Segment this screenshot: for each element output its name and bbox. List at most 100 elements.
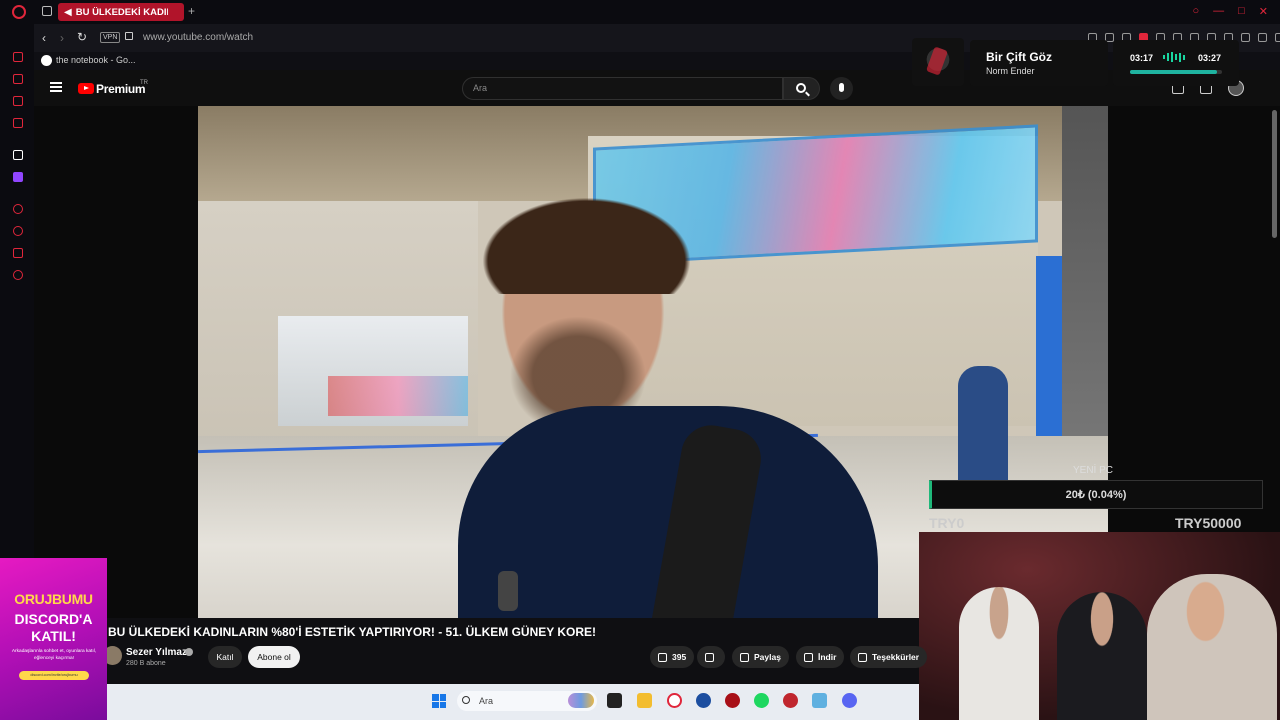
join-button[interactable]: Katıl [208, 646, 242, 668]
active-tab-title: BU ÜLKEDEKİ KADINLARIN %80'İ [75, 6, 168, 18]
search-box[interactable] [462, 77, 783, 100]
bookmark-item[interactable]: the notebook - Go... [56, 55, 136, 65]
search-icon[interactable] [796, 83, 806, 93]
sidebar-twitch-icon[interactable] [13, 172, 23, 182]
taskbar-widget-icon[interactable] [568, 693, 594, 708]
promo-line-2: DISCORD'A KATIL! [0, 611, 107, 645]
promo-link: discord.com/invite/orujbumu [19, 671, 89, 680]
thumbs-down-icon [705, 652, 714, 662]
promo-line-2b: KATIL! [31, 628, 76, 644]
window-controls: ○ — □ ✕ [1192, 5, 1268, 18]
sidebar [0, 24, 34, 584]
menu-icon[interactable] [1275, 33, 1280, 42]
webcam-overlay [919, 532, 1280, 720]
opera-gx-icon[interactable] [667, 693, 682, 708]
easy-setup-icon[interactable] [1241, 33, 1250, 42]
channel-name[interactable]: Sezer Yılmaz [126, 647, 187, 658]
hamburger-menu-icon[interactable] [50, 82, 62, 92]
thanks-label: Teşekkürler [872, 652, 920, 662]
webcam-person-left [959, 587, 1039, 720]
speaker-icon: ◀ [64, 6, 72, 18]
dislike-button[interactable] [697, 646, 725, 668]
donation-min: TRY0 [929, 515, 965, 531]
page-scrollbar[interactable] [1272, 110, 1277, 238]
sidebar-clock-icon[interactable] [13, 226, 23, 236]
search-tabs-icon[interactable]: ○ [1192, 5, 1199, 18]
sidebar-aria-icon[interactable] [13, 52, 23, 62]
sidebar-history-icon[interactable] [13, 204, 23, 214]
webcam-person-right [1147, 574, 1277, 720]
download-arrow-icon [804, 652, 813, 662]
sidebar-player-icon[interactable] [13, 118, 23, 128]
youtube-premium-label[interactable]: Premium [96, 82, 146, 96]
active-tab[interactable]: ◀ BU ÜLKEDEKİ KADINLARIN %80'İ [58, 3, 184, 21]
reload-icon[interactable]: ↻ [77, 30, 87, 44]
sidebar-workspace-icon[interactable] [13, 74, 23, 84]
app-blue-icon[interactable] [812, 693, 827, 708]
file-explorer-icon[interactable] [637, 693, 652, 708]
promo-line-2a: DISCORD'A [14, 611, 93, 627]
promo-line-1: ORUJBUMU [14, 591, 93, 607]
back-icon[interactable]: ‹ [42, 31, 46, 45]
like-button[interactable]: 395 [650, 646, 695, 668]
person-background [958, 366, 1008, 486]
thanks-button[interactable]: Teşekkürler [850, 646, 928, 668]
man-hair [460, 184, 690, 294]
tab-overview-icon[interactable] [42, 6, 52, 16]
sidebar-gx-icon[interactable] [13, 96, 23, 106]
region-label: TR [140, 80, 148, 86]
shop-items [328, 376, 468, 416]
album-art [912, 38, 964, 86]
windows-start-icon[interactable] [432, 694, 446, 708]
verified-icon [185, 648, 193, 656]
taskbar-search-icon [462, 696, 470, 704]
lavalier-mic [498, 571, 518, 611]
song-current-time: 03:17 [1130, 53, 1154, 63]
download-button[interactable]: İndir [796, 646, 845, 668]
share-icon [740, 652, 749, 662]
download-label: İndir [818, 652, 837, 662]
download-icon[interactable] [1258, 33, 1267, 42]
opera-logo-icon[interactable] [12, 5, 26, 19]
vpn-badge[interactable]: VPN [100, 32, 121, 43]
song-artist: Norm Ender [986, 66, 1035, 76]
microphone-icon[interactable] [839, 83, 844, 92]
donation-max: TRY50000 [1175, 515, 1242, 531]
app-red-icon[interactable] [725, 693, 740, 708]
search-input[interactable]: Ara [473, 83, 487, 93]
promo-subtext: Arkadaşlarınla sohbet et, oyunlara katıl… [11, 649, 97, 661]
task-view-icon[interactable] [607, 693, 622, 708]
sidebar-settings-icon[interactable] [13, 270, 23, 280]
subscribe-button[interactable]: Abone ol [248, 646, 300, 668]
google-icon [41, 55, 52, 66]
sidebar-app-icon[interactable] [13, 150, 23, 160]
spotify-icon[interactable] [754, 693, 769, 708]
like-count: 395 [672, 652, 687, 662]
donation-amount: 20₺ (0.04%) [1065, 489, 1127, 501]
sidebar-extensions-icon[interactable] [13, 248, 23, 258]
audio-wave-icon [1163, 52, 1185, 62]
subscriber-count: 280 B abone [126, 660, 166, 667]
share-button[interactable]: Paylaş [732, 646, 789, 668]
maximize-icon[interactable]: □ [1238, 5, 1245, 18]
song-duration: 03:27 [1198, 53, 1222, 63]
url-field[interactable]: www.youtube.com/watch [143, 32, 253, 43]
forward-icon[interactable]: › [60, 31, 64, 45]
song-title: Bir Çift Göz [986, 50, 1052, 64]
close-icon[interactable]: ✕ [1259, 5, 1268, 18]
thumbs-up-icon [658, 652, 667, 662]
webcam-person-middle [1057, 592, 1147, 720]
taskbar-search-input[interactable]: Ara [479, 696, 493, 706]
share-label: Paylaş [754, 652, 781, 662]
lock-icon[interactable] [125, 32, 133, 40]
app-notify-icon[interactable] [783, 693, 798, 708]
discord-icon[interactable] [842, 693, 857, 708]
donation-goal-title: YENİ PC [1073, 465, 1114, 476]
youtube-logo-icon[interactable] [78, 83, 94, 94]
song-progress-fill [1130, 70, 1218, 74]
steam-icon[interactable] [696, 693, 711, 708]
video-title: BU ÜLKEDEKİ KADINLARIN %80'İ ESTETİK YAP… [108, 625, 597, 639]
minimize-icon[interactable]: — [1213, 5, 1224, 18]
new-tab-button[interactable]: + [188, 4, 195, 18]
music-progress-panel [1113, 40, 1239, 86]
